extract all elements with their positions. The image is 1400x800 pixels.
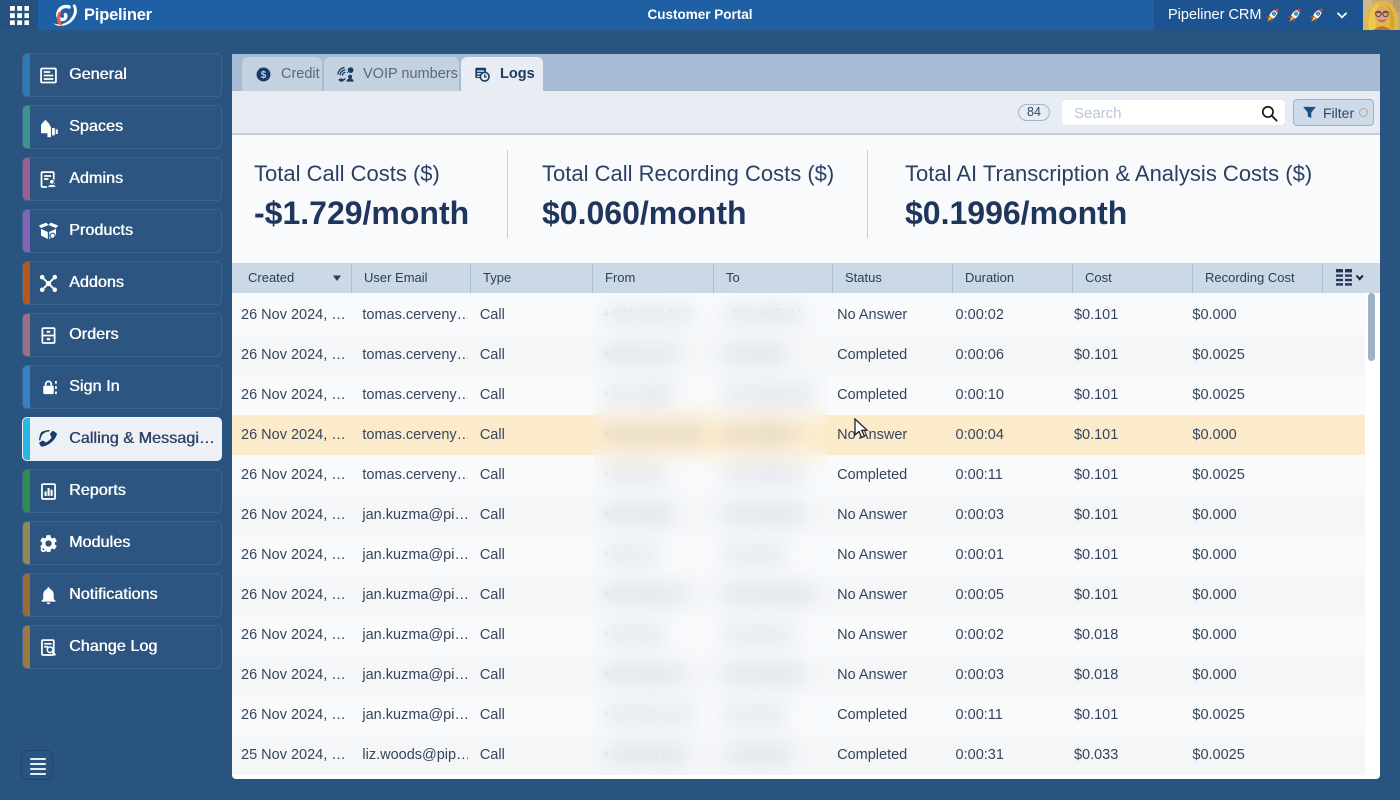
svg-text:$: $ [261,69,267,80]
